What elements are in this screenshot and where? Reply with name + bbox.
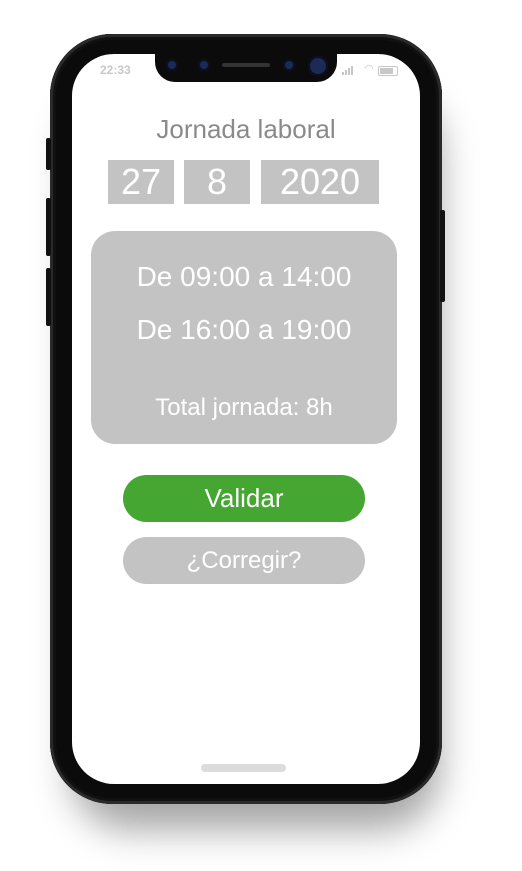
wifi-icon: ◠ xyxy=(364,63,374,75)
volume-down-button xyxy=(46,268,51,326)
camera-lens-icon xyxy=(166,59,178,71)
volume-up-button xyxy=(46,198,51,256)
time-slot-morning: De 09:00 a 14:00 xyxy=(136,261,352,292)
status-time: 22:33 xyxy=(100,63,131,77)
total-hours-label: Total jornada: 8h xyxy=(155,394,333,421)
camera-lens-icon xyxy=(283,59,295,71)
validate-button[interactable]: Validar xyxy=(123,475,365,522)
earpiece-speaker xyxy=(222,63,270,67)
schedule-panel: De 09:00 a 14:00 De 16:00 a 19:00 Total … xyxy=(91,231,397,444)
date-month-field[interactable]: 8 xyxy=(184,160,250,204)
camera-lens-icon xyxy=(198,59,210,71)
date-day-field[interactable]: 27 xyxy=(108,160,174,204)
correct-button[interactable]: ¿Corregir? xyxy=(123,537,365,584)
battery-icon xyxy=(378,66,398,76)
home-indicator[interactable] xyxy=(201,764,286,772)
page-title: Jornada laboral xyxy=(156,114,336,144)
power-button xyxy=(440,210,445,302)
stage: 22:33 ◠ Jornada laboral 27 8 2020 De 09:… xyxy=(0,0,522,871)
date-year-field[interactable]: 2020 xyxy=(261,160,379,204)
time-slot-afternoon: De 16:00 a 19:00 xyxy=(136,314,352,345)
mute-switch xyxy=(46,138,51,170)
front-camera-icon xyxy=(308,56,328,76)
